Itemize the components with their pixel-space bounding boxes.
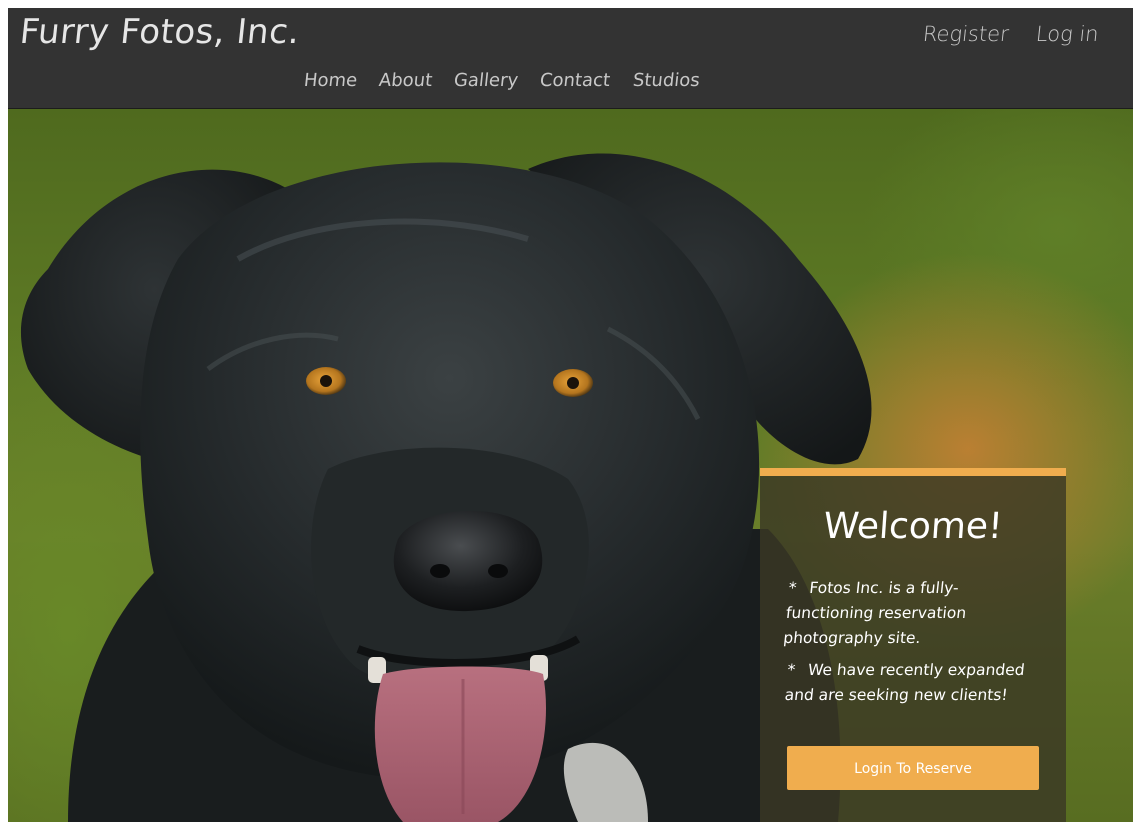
brand-logo[interactable]: Furry Fotos, Inc. <box>18 12 302 52</box>
page-frame: Furry Fotos, Inc. Register Log in Home A… <box>8 8 1133 822</box>
register-link[interactable]: Register <box>921 22 1009 46</box>
bullet-symbol: * <box>786 661 797 679</box>
nav-item-studios[interactable]: Studios <box>631 70 700 91</box>
nav-item-about[interactable]: About <box>378 70 433 91</box>
welcome-bullet-2: * We have recently expanded and are seek… <box>783 658 1044 708</box>
welcome-title: Welcome! <box>822 506 1004 547</box>
top-navbar: Furry Fotos, Inc. Register Log in Home A… <box>8 8 1133 109</box>
bullet-1-text: Fotos Inc. is a fully-functioning reserv… <box>782 579 968 647</box>
dog-nose <box>393 510 543 612</box>
bullet-2-text: We have recently expanded and are seekin… <box>783 661 1026 704</box>
auth-links: Register Log in <box>921 22 1100 46</box>
dog-tongue <box>374 666 546 822</box>
nav-item-contact[interactable]: Contact <box>539 70 611 91</box>
welcome-bullet-1: * Fotos Inc. is a fully-functioning rese… <box>782 576 1046 651</box>
main-nav: Home About Gallery Contact Studios <box>303 70 700 91</box>
nav-item-home[interactable]: Home <box>303 70 358 91</box>
bullet-symbol: * <box>787 579 798 597</box>
login-link[interactable]: Log in <box>1035 22 1100 46</box>
login-to-reserve-button[interactable]: Login To Reserve <box>787 746 1039 790</box>
nav-item-gallery[interactable]: Gallery <box>453 70 519 91</box>
welcome-panel: Welcome! * Fotos Inc. is a fully-functio… <box>760 468 1066 822</box>
